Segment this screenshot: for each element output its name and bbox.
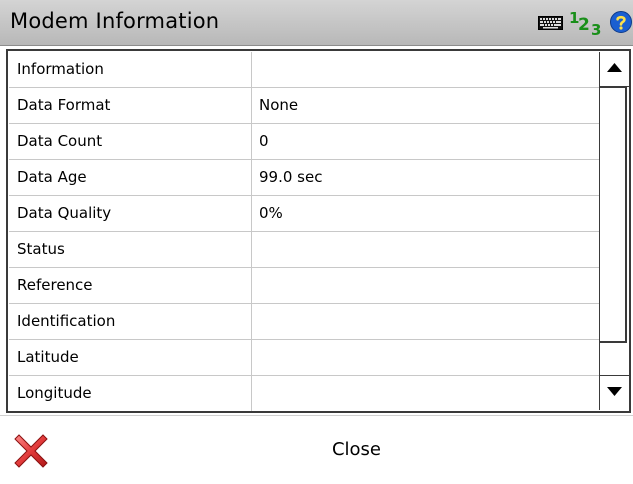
input-mode-digit-2: 2: [578, 15, 590, 35]
scroll-down-button[interactable]: [600, 375, 629, 410]
vertical-scrollbar[interactable]: [599, 52, 629, 410]
keyboard-icon[interactable]: [538, 16, 563, 30]
row-value: [252, 52, 606, 87]
close-button[interactable]: Close: [0, 416, 633, 481]
scroll-up-arrow-icon: [607, 63, 622, 72]
scroll-down-arrow-icon: [607, 387, 622, 396]
row-label: Reference: [9, 268, 252, 303]
input-mode-123-icon[interactable]: 1 2 3: [569, 9, 607, 39]
row-value: [252, 232, 606, 267]
row-label: Status: [9, 232, 252, 267]
row-label: Data Quality: [9, 196, 252, 231]
input-mode-digit-3: 3: [591, 21, 602, 39]
row-value: [252, 376, 606, 411]
row-value: 99.0 sec: [259, 168, 323, 186]
grid-row-reference[interactable]: Reference: [9, 268, 599, 304]
grid-row-identification[interactable]: Identification: [9, 304, 599, 340]
grid-body: Information Data Format None Data Count …: [9, 52, 599, 412]
grid-row-longitude[interactable]: Longitude: [9, 376, 599, 412]
grid-row-data-count[interactable]: Data Count 0: [9, 124, 599, 160]
row-value: [252, 304, 606, 339]
row-value: 0: [259, 132, 269, 150]
scroll-up-button[interactable]: [600, 52, 629, 87]
row-value: None: [259, 96, 299, 114]
grid-row-data-quality[interactable]: Data Quality 0%: [9, 196, 599, 232]
row-label: Identification: [9, 304, 252, 339]
row-value: [252, 340, 606, 375]
grid-row-information[interactable]: Information: [9, 52, 599, 88]
title-bar: Modem Information 1 2 3: [0, 0, 633, 46]
grid-row-data-age[interactable]: Data Age 99.0 sec: [9, 160, 599, 196]
grid-row-data-format[interactable]: Data Format None: [9, 88, 599, 124]
row-label: Data Age: [9, 160, 252, 195]
row-label: Information: [9, 52, 252, 87]
window-title: Modem Information: [10, 9, 220, 33]
grid-row-latitude[interactable]: Latitude: [9, 340, 599, 376]
scroll-thumb[interactable]: [600, 87, 627, 343]
row-label: Longitude: [9, 376, 252, 411]
row-value: [252, 268, 606, 303]
row-label: Data Count: [9, 124, 252, 159]
row-label: Data Format: [9, 88, 252, 123]
help-icon[interactable]: [610, 11, 632, 33]
grid-row-status[interactable]: Status: [9, 232, 599, 268]
row-label: Latitude: [9, 340, 252, 375]
info-grid: Information Data Format None Data Count …: [6, 49, 631, 413]
row-value: 0%: [259, 204, 283, 222]
command-bar: Close: [0, 415, 633, 481]
